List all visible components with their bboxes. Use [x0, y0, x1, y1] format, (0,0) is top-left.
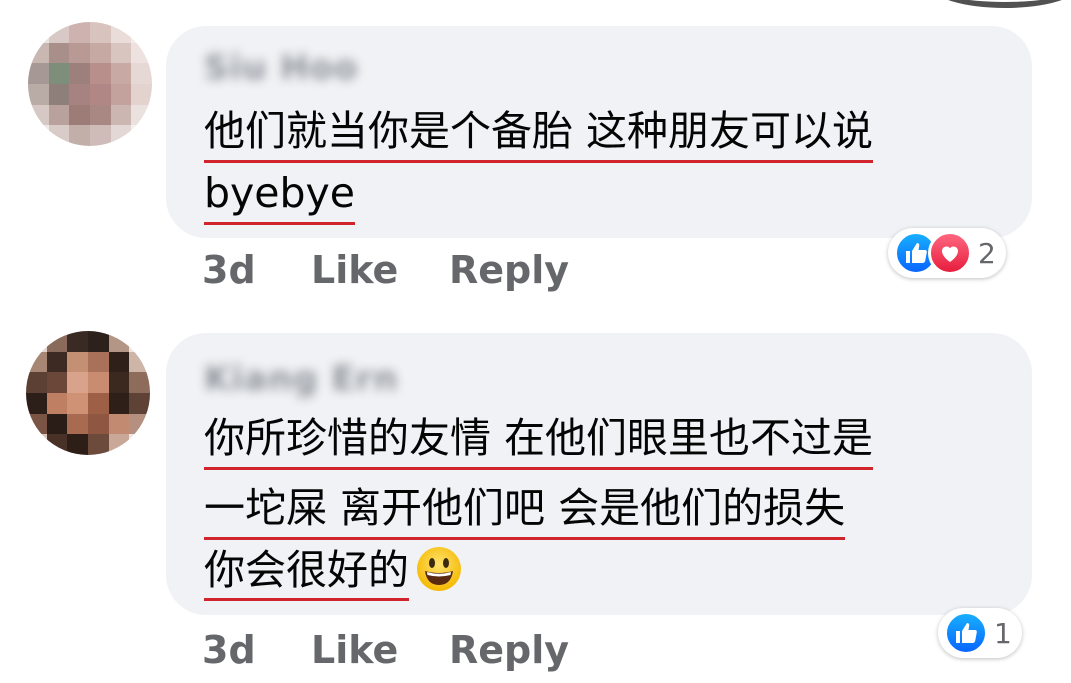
- reactions-summary[interactable]: 1: [938, 608, 1022, 658]
- avatar[interactable]: [28, 22, 152, 146]
- reactions-summary[interactable]: 2: [888, 228, 1006, 278]
- comment-bubble: Kiang Ern 你所珍惜的友情 在他们眼里也不过是 一坨屎 离开他们吧 会是…: [166, 333, 1032, 615]
- comment-text-line: byebye: [204, 168, 356, 225]
- reply-button[interactable]: Reply: [449, 628, 569, 672]
- like-button[interactable]: Like: [311, 628, 398, 672]
- pixelated-avatar-image: [26, 331, 150, 455]
- avatar[interactable]: [26, 331, 150, 455]
- comment-text-line-last: 你会很好的: [204, 545, 463, 601]
- like-button[interactable]: Like: [311, 248, 398, 292]
- reply-button[interactable]: Reply: [449, 248, 569, 292]
- reaction-count: 1: [994, 616, 1012, 650]
- like-icon: [944, 611, 988, 655]
- comment-bubble: Siu Hoo 他们就当你是个备胎 这种朋友可以说 byebye: [166, 26, 1032, 238]
- timestamp[interactable]: 3d: [202, 248, 256, 292]
- comment-text-segment: 你会很好的: [204, 546, 409, 601]
- comment-text-line: 一坨屎 离开他们吧 会是他们的损失: [204, 483, 846, 540]
- pixelated-avatar-image: [28, 22, 152, 146]
- edge-shadow: [930, 0, 1071, 8]
- love-icon: [928, 231, 972, 275]
- timestamp[interactable]: 3d: [202, 628, 256, 672]
- author-name[interactable]: Kiang Ern: [204, 359, 399, 399]
- grinning-face-emoji: [417, 547, 461, 591]
- author-name[interactable]: Siu Hoo: [204, 48, 358, 88]
- comment-text-line: 你所珍惜的友情 在他们眼里也不过是: [204, 413, 874, 470]
- comment-text-line: 他们就当你是个备胎 这种朋友可以说: [204, 106, 874, 163]
- reaction-count: 2: [978, 236, 996, 270]
